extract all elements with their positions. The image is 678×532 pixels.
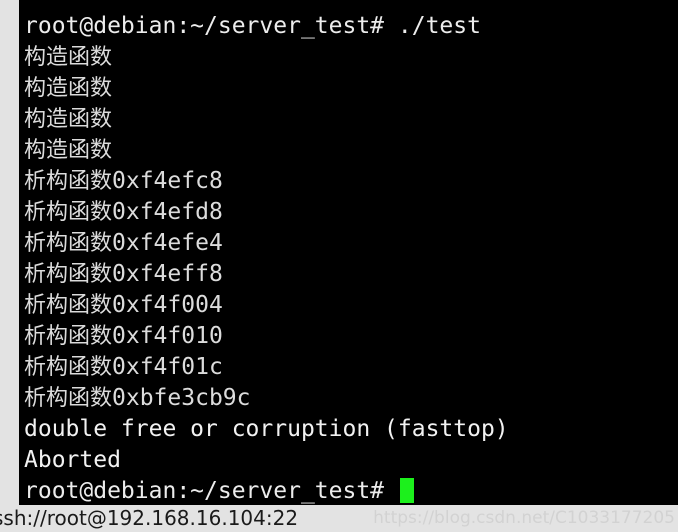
terminal-line: root@debian:~/server_test#	[24, 476, 678, 505]
pointer-address: 0xf4f004	[112, 292, 223, 318]
terminal-line: 析构函数0xf4efc8	[24, 166, 678, 197]
terminal-line: 析构函数0xf4f010	[24, 321, 678, 352]
terminal-line: 析构函数0xbfe3cb9c	[24, 383, 678, 414]
terminal-line-text: 析构函数	[24, 324, 113, 349]
terminal-line: double free or corruption (fasttop)	[24, 416, 509, 442]
text-cursor	[399, 478, 414, 503]
terminal-line: 构造函数	[24, 104, 678, 135]
pointer-address: 0xf4f010	[112, 323, 223, 349]
pointer-address: 0xf4efe4	[112, 230, 223, 256]
terminal-line: 析构函数0xf4f004	[24, 290, 678, 321]
terminal-window: root@debian:~/server_test# ./test 构造函数 构造函…	[0, 0, 678, 532]
window-left-gutter	[0, 0, 19, 505]
status-bar: ssh://root@192.168.16.104:22 https://blo…	[0, 505, 678, 532]
terminal-line: root@debian:~/server_test# ./test	[24, 13, 481, 39]
terminal-output-area[interactable]: root@debian:~/server_test# ./test 构造函数 构造函…	[19, 0, 678, 505]
terminal-line-text: 析构函数	[24, 293, 113, 318]
shell-prompt: root@debian:~/server_test#	[24, 478, 398, 504]
terminal-line: 构造函数	[24, 135, 678, 166]
pointer-address: 0xf4f01c	[112, 354, 223, 380]
terminal-line-text: 构造函数	[24, 107, 113, 132]
terminal-line-text: 析构函数	[24, 231, 113, 256]
terminal-line: Aborted	[24, 447, 121, 473]
terminal-line-text: 析构函数	[24, 169, 113, 194]
terminal-line: 析构函数0xf4eff8	[24, 259, 678, 290]
terminal-line: 析构函数0xf4efe4	[24, 228, 678, 259]
terminal-line: 析构函数0xf4efd8	[24, 197, 678, 228]
terminal-line-list: root@debian:~/server_test# ./test 构造函数 构造函…	[24, 11, 678, 505]
terminal-line: 构造函数	[24, 42, 678, 73]
terminal-line: 析构函数0xf4f01c	[24, 352, 678, 383]
terminal-line: 构造函数	[24, 73, 678, 104]
terminal-line-text: 构造函数	[24, 138, 113, 163]
terminal-line-text: 析构函数	[24, 200, 113, 225]
pointer-address: 0xf4efc8	[112, 168, 223, 194]
ssh-connection-label: ssh://root@192.168.16.104:22	[0, 506, 299, 530]
terminal-line-text: 析构函数	[24, 386, 113, 411]
pointer-address: 0xf4eff8	[112, 261, 223, 287]
blog-watermark: https://blog.csdn.net/C1033177205	[373, 508, 675, 528]
terminal-line-text: 析构函数	[24, 355, 113, 380]
terminal-line-text: 构造函数	[24, 76, 113, 101]
terminal-line-text: 析构函数	[24, 262, 113, 287]
terminal-line-text: 构造函数	[24, 45, 113, 70]
pointer-address: 0xbfe3cb9c	[112, 385, 251, 411]
pointer-address: 0xf4efd8	[112, 199, 223, 225]
